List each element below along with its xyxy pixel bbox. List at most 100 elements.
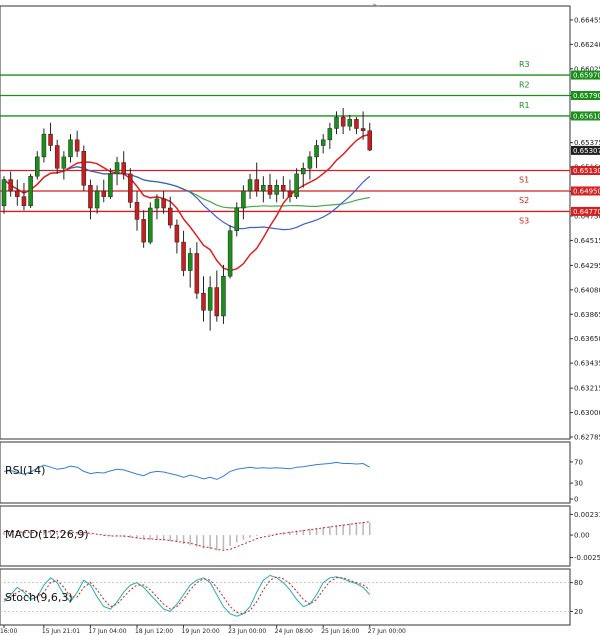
candle-body	[48, 133, 53, 146]
indicator-name-label: MACD(12,26,9)	[5, 528, 89, 541]
candle-body	[340, 116, 346, 127]
level-name-s1: S1	[519, 176, 529, 185]
candle-body	[274, 185, 279, 195]
panel-frame-rsi	[0, 441, 571, 504]
candle-body	[8, 179, 13, 192]
candle-body	[54, 145, 60, 169]
indicator-tick-label: 30	[574, 480, 583, 488]
candle-body	[314, 145, 319, 158]
candle-body	[307, 156, 313, 169]
candle-body	[154, 198, 160, 209]
candle-body	[148, 207, 153, 243]
candle-body	[294, 173, 299, 197]
candle-body	[121, 162, 126, 175]
candle-body	[247, 179, 253, 192]
current-price-label: 0.65307	[573, 147, 600, 155]
candle-body	[334, 116, 339, 129]
price-tick-label: 0.62785	[574, 434, 600, 442]
candle-body	[141, 219, 146, 243]
candle-body	[187, 253, 193, 271]
candle-body	[281, 185, 286, 192]
candle-body	[194, 253, 200, 294]
time-tick-label: 15 Jun 21:01	[42, 628, 80, 635]
candle-body	[41, 133, 47, 158]
candle-body	[174, 224, 180, 243]
price-tick-label: 0.63865	[574, 311, 600, 319]
time-tick-label: 25 Jun 16:00	[321, 628, 359, 635]
candle-body	[88, 185, 93, 209]
candle-body	[367, 130, 372, 151]
candle-body	[108, 173, 113, 197]
candle-body	[168, 207, 173, 226]
level-name-s2: S2	[519, 196, 529, 205]
candle-body	[94, 190, 100, 209]
level-price-label: 0.65610	[573, 112, 600, 120]
candle-body	[35, 156, 40, 177]
candle-body	[214, 287, 220, 317]
level-name-r2: R2	[519, 81, 530, 90]
indicator-tick-label: 0	[574, 496, 578, 504]
candle-body	[320, 139, 326, 146]
candle-body	[68, 139, 73, 158]
candle-body	[21, 196, 27, 206]
candle-body	[207, 287, 213, 311]
candle-body	[114, 162, 120, 175]
candle-body	[301, 167, 306, 175]
candle-body	[74, 139, 80, 152]
time-tick-label: 19 Jun 20:00	[182, 628, 220, 635]
candle-body	[28, 175, 33, 206]
candle-body	[181, 241, 186, 271]
candle-body	[201, 292, 206, 311]
price-tick-label: 0.66240	[574, 41, 600, 49]
candle-body	[128, 173, 133, 203]
indicator-tick-label: 70	[574, 458, 583, 466]
candle-body	[1, 179, 7, 206]
panel-frame-stoch	[0, 568, 571, 626]
indicator-tick-label: 0.00	[574, 532, 590, 540]
price-tick-label: 0.66455	[574, 16, 600, 24]
price-tick-label: 0.64295	[574, 262, 600, 270]
time-tick-label: 23 Jun 00:00	[228, 628, 266, 635]
price-tick-label: 0.63215	[574, 385, 600, 393]
candle-body	[161, 198, 166, 209]
candle-body	[81, 150, 87, 186]
level-name-r1: R1	[519, 101, 530, 110]
candle-body	[254, 179, 259, 192]
indicator-tick-label: 80	[574, 579, 583, 587]
indicator-tick-label: 20	[574, 608, 583, 616]
candle-body	[61, 156, 67, 169]
time-tick-label: 18 Jun 12:00	[135, 628, 173, 635]
time-tick-label: 24 Jun 08:00	[275, 628, 313, 635]
price-tick-label: 0.64080	[574, 286, 600, 294]
candle-body	[261, 185, 266, 192]
candle-body	[15, 190, 20, 197]
candle-body	[354, 119, 359, 129]
price-tick-label: 0.63435	[574, 360, 600, 368]
candle-body	[327, 128, 333, 141]
level-price-label: 0.64950	[573, 187, 600, 195]
candle-body	[221, 275, 226, 317]
candle-body	[347, 119, 353, 127]
candle-body	[360, 128, 366, 131]
price-tick-label: 0.64515	[574, 237, 600, 245]
level-name-s3: S3	[519, 216, 529, 225]
time-tick-label: 27 Jun 00:00	[368, 628, 406, 635]
level-name-r3: R3	[519, 60, 530, 69]
indicator-tick-label: 0.00231	[574, 511, 600, 519]
panel-frame-main	[0, 5, 571, 440]
candle-body	[227, 230, 233, 277]
candle-body	[267, 185, 273, 195]
time-tick-label: 17 Jun 04:00	[88, 628, 126, 635]
chart-canvas: 0.664550.662400.660250.657900.655900.653…	[0, 3, 600, 635]
candle-body	[287, 190, 293, 197]
price-tick-label: 0.63000	[574, 409, 600, 417]
indicator-name-label: RSI(14)	[5, 464, 45, 477]
level-price-label: 0.65130	[573, 167, 600, 175]
candle-body	[241, 190, 246, 209]
candle-body	[101, 190, 106, 197]
price-tick-label: 0.63650	[574, 335, 600, 343]
level-price-label: 0.64770	[573, 208, 600, 216]
indicator-tick-label: -0.00250	[574, 554, 600, 562]
time-tick-label: 16:00	[0, 628, 17, 635]
level-price-label: 0.65790	[573, 92, 600, 100]
